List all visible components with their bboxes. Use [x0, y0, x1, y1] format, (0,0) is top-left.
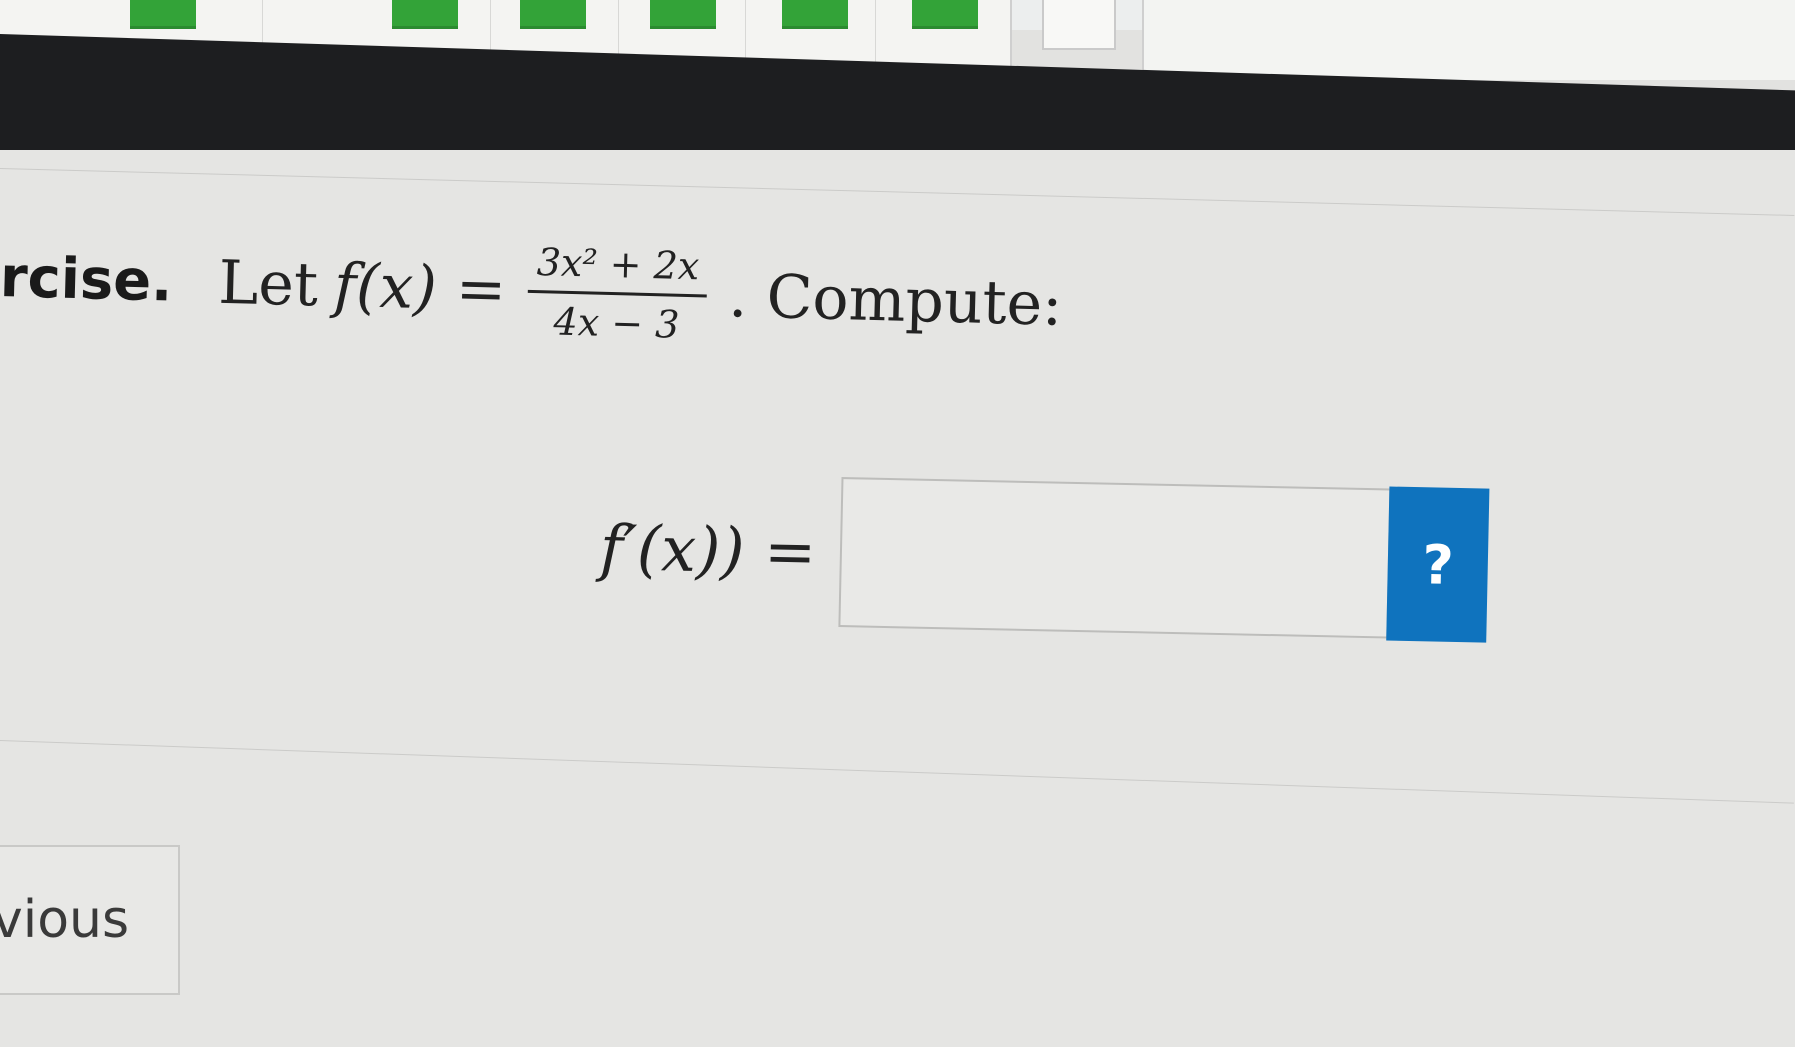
progress-segment: [392, 0, 458, 29]
help-button[interactable]: ?: [1386, 486, 1490, 643]
progress-segment: [912, 0, 978, 29]
numerator: 3x² + 2x: [528, 239, 708, 297]
compute-text: . Compute:: [727, 261, 1064, 340]
progress-segment: [782, 0, 848, 29]
previous-button[interactable]: vious: [0, 845, 180, 995]
function-name: f(x) =: [333, 250, 508, 326]
previous-label: vious: [0, 890, 130, 950]
denominator: 4x − 3: [553, 299, 680, 347]
derivative-label: f′(x)) =: [599, 510, 817, 589]
fraction: 3x² + 2x 4x − 3: [527, 239, 708, 347]
question-mark-icon: ?: [1421, 532, 1455, 597]
right-panel: [1142, 0, 1795, 80]
progress-segment: [130, 0, 196, 29]
let-text: Let: [217, 247, 319, 321]
answer-input[interactable]: [838, 477, 1392, 639]
answer-row: f′(x)) = ?: [598, 470, 1490, 643]
divider: [875, 0, 876, 70]
progress-box[interactable]: [1042, 0, 1116, 50]
progress-segment: [650, 0, 716, 29]
exercise-label: rcise.: [0, 244, 174, 315]
progress-segment: [520, 0, 586, 29]
